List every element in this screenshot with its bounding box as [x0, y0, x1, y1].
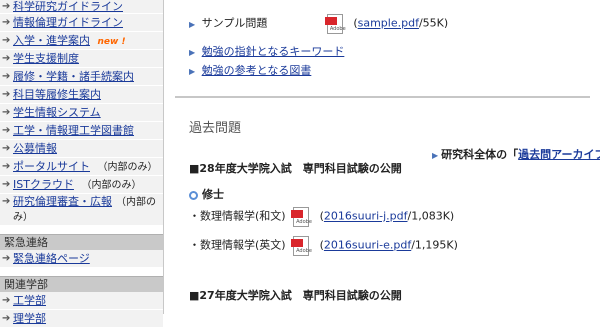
arrow-right-icon: ➔ [2, 143, 11, 154]
arrow-right-icon: ➔ [2, 295, 11, 306]
master-row: 修士 [189, 186, 224, 202]
file-label: ・数理情報学(和文) [189, 209, 286, 223]
new-badge: new ! [97, 37, 126, 47]
sidebar-item-label[interactable]: 学生支援制度 [13, 52, 79, 65]
sidebar-item-science[interactable]: ➔ 理学部 [0, 310, 163, 328]
file-size: /1,083K) [407, 209, 455, 223]
sidebar-item-label[interactable]: ポータルサイト [13, 160, 90, 173]
sample-size: /55K) [418, 16, 449, 30]
sidebar-item-info-ethics[interactable]: ➔ 情報倫理ガイドライン [0, 14, 163, 32]
archive-link[interactable]: 過去問アーカイブ [518, 148, 600, 161]
sidebar-item-course-auditor[interactable]: ➔ 科目等履修生案内 [0, 86, 163, 104]
file-size: /1,195K) [411, 238, 458, 252]
sidebar-item-engineering[interactable]: ➔ 工学部 [0, 292, 163, 310]
sidebar-item-label[interactable]: 緊急連絡ページ [13, 252, 90, 265]
sidebar-item-library[interactable]: ➔ 工学・情報理工学図書館 [0, 122, 163, 140]
sidebar-item-label[interactable]: 科学研究ガイドライン [13, 0, 123, 13]
pdf-icon: Adobe [291, 236, 312, 256]
sidebar-item-ist-cloud[interactable]: ➔ ISTクラウド （内部のみ） [0, 176, 163, 194]
arrow-right-icon: ➔ [2, 161, 11, 172]
sample-row: ▶ サンプル問題 Adobe (sample.pdf/55K) [189, 14, 449, 34]
triangle-bullet-icon: ▶ [189, 48, 196, 57]
sidebar-item-student-info-system[interactable]: ➔ 学生情報システム [0, 104, 163, 122]
arrow-right-icon: ➔ [2, 89, 11, 100]
archive-prefix: 研究科全体の [441, 148, 508, 161]
sidebar-item-label[interactable]: 入学・進学案内 [13, 34, 90, 47]
divider [175, 96, 590, 98]
arrow-right-icon: ➔ [2, 17, 11, 28]
master-label: 修士 [202, 188, 224, 201]
triangle-bullet-icon: ▶ [432, 151, 439, 160]
sidebar-item-label[interactable]: 履修・学籍・諸手続案内 [13, 70, 134, 83]
sidebar-item-job-openings[interactable]: ➔ 公募情報 [0, 140, 163, 158]
sidebar-item-label[interactable]: 公募情報 [13, 142, 57, 155]
file-label: ・数理情報学(英文) [189, 238, 286, 252]
sidebar: ➔ 科学研究ガイドライン ➔ 情報倫理ガイドライン ➔ 入学・進学案内 new … [0, 0, 164, 328]
sidebar-header-emergency: 緊急連絡 [0, 234, 163, 250]
archive-row: ▶研究科全体の「過去問アーカイブ」 [432, 146, 600, 162]
arrow-right-icon: ➔ [2, 53, 11, 64]
circle-bullet-icon [189, 190, 198, 200]
pdf-icon: Adobe [291, 207, 312, 227]
sidebar-item-research-ethics[interactable]: ➔ 研究倫理審査・広報 （内部のみ） [0, 194, 163, 226]
keyword-row: ▶ 勉強の指針となるキーワード [189, 43, 344, 59]
file-row: ・数理情報学(英文) Adobe (2016suuri-e.pdf/1,195K… [189, 236, 458, 256]
sidebar-item-label[interactable]: 科目等履修生案内 [13, 88, 101, 101]
heading-2016: ■28年度大学院入試 専門科目試験の公開 [189, 162, 402, 175]
arrow-right-icon: ➔ [2, 253, 11, 264]
sample-label: サンプル問題 [201, 16, 268, 30]
sidebar-item-label[interactable]: 研究倫理審査・広報 [13, 195, 112, 208]
sample-pdf-link[interactable]: sample.pdf [358, 17, 419, 30]
sidebar-item-procedures[interactable]: ➔ 履修・学籍・諸手続案内 [0, 68, 163, 86]
sidebar-item-label[interactable]: ISTクラウド [13, 178, 74, 191]
sidebar-item-label[interactable]: 情報倫理ガイドライン [13, 16, 123, 29]
sidebar-item-label[interactable]: 学生情報システム [13, 106, 101, 119]
sidebar-gap [0, 226, 163, 234]
pdf-icon: Adobe [324, 14, 346, 34]
sidebar-item-research-guideline[interactable]: ➔ 科学研究ガイドライン [0, 0, 163, 14]
section-title: 過去問題 [189, 121, 242, 136]
arrow-right-icon: ➔ [2, 71, 11, 82]
books-row: ▶ 勉強の参考となる図書 [189, 62, 311, 78]
sidebar-item-label[interactable]: 工学部 [13, 294, 46, 307]
arrow-right-icon: ➔ [2, 125, 11, 136]
internal-only-note: （内部のみ） [97, 162, 158, 173]
sidebar-gap [0, 268, 163, 276]
sidebar-item-emergency-page[interactable]: ➔ 緊急連絡ページ [0, 250, 163, 268]
file-pdf-link[interactable]: 2016suuri-j.pdf [324, 210, 408, 223]
arrow-right-icon: ➔ [2, 35, 11, 46]
arrow-right-icon: ➔ [2, 196, 11, 207]
sidebar-header-related: 関連学部 [0, 276, 163, 292]
keyword-link[interactable]: 勉強の指針となるキーワード [202, 45, 345, 58]
arrow-right-icon: ➔ [2, 179, 11, 190]
file-pdf-link[interactable]: 2016suuri-e.pdf [324, 239, 411, 252]
internal-only-note: （内部のみ） [81, 180, 142, 191]
heading-2015: ■27年度大学院入試 専門科目試験の公開 [189, 289, 402, 302]
triangle-bullet-icon: ▶ [189, 19, 196, 29]
main-content: ▶ サンプル問題 Adobe (sample.pdf/55K) ▶ 勉強の指針と… [175, 0, 600, 314]
sidebar-item-label[interactable]: 工学・情報理工学図書館 [13, 124, 134, 137]
books-link[interactable]: 勉強の参考となる図書 [202, 64, 312, 77]
triangle-bullet-icon: ▶ [189, 67, 196, 76]
sidebar-item-admission[interactable]: ➔ 入学・進学案内 new ! [0, 32, 163, 50]
arrow-right-icon: ➔ [2, 313, 11, 324]
arrow-right-icon: ➔ [2, 107, 11, 118]
arrow-right-icon: ➔ [2, 1, 11, 12]
file-row: ・数理情報学(和文) Adobe (2016suuri-j.pdf/1,083K… [189, 207, 455, 227]
sidebar-item-student-support[interactable]: ➔ 学生支援制度 [0, 50, 163, 68]
sidebar-item-portal[interactable]: ➔ ポータルサイト （内部のみ） [0, 158, 163, 176]
archive-open: 「 [507, 148, 519, 161]
